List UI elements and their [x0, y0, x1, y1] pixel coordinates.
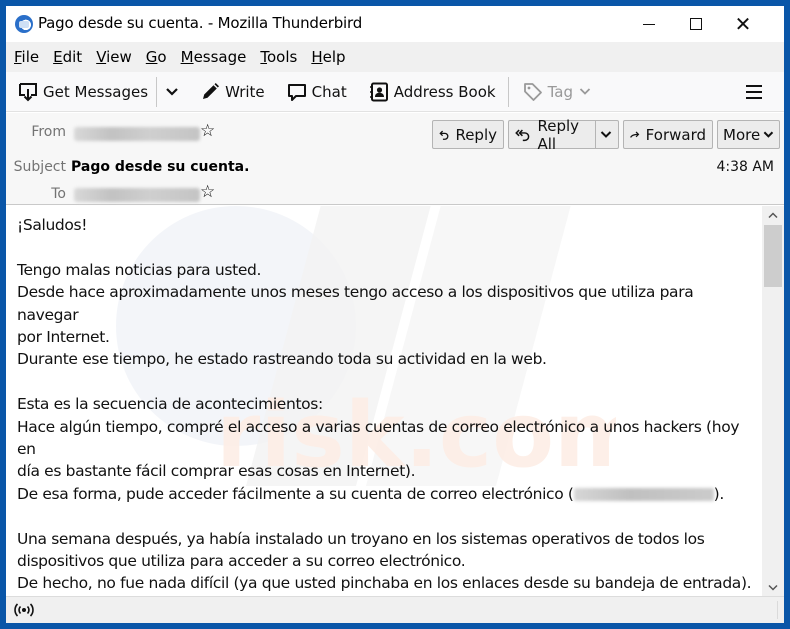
- maximize-button[interactable]: [673, 6, 719, 42]
- address-book-icon: [369, 82, 388, 101]
- window-title: Pago desde su cuenta. - Mozilla Thunderb…: [38, 14, 363, 32]
- message-text: ¡Saludos! Tengo malas noticias para uste…: [17, 214, 757, 596]
- activity-broadcast-icon[interactable]: [14, 602, 34, 618]
- body-line: Una semana después, ya había instalado u…: [17, 529, 705, 548]
- status-bar: [6, 596, 784, 623]
- chevron-down-icon: [763, 131, 774, 138]
- close-button[interactable]: ✕: [720, 6, 766, 42]
- pencil-icon: [203, 82, 220, 99]
- body-line: Tengo malas noticias para usted.: [17, 260, 262, 279]
- from-address-redacted[interactable]: [74, 127, 200, 141]
- email-address-redacted: [573, 487, 714, 501]
- menu-message[interactable]: Message: [181, 48, 247, 66]
- status-divider: [777, 601, 778, 619]
- menu-file[interactable]: File: [14, 48, 39, 66]
- menu-tools[interactable]: Tools: [260, 48, 297, 66]
- body-line: Esta es la secuencia de acontecimientos:: [17, 395, 323, 414]
- body-line: ¡Saludos!: [17, 216, 88, 234]
- chevron-down-icon: [166, 87, 178, 96]
- menu-bar: File Edit View Go Message Tools Help: [6, 42, 784, 72]
- menu-edit[interactable]: Edit: [53, 48, 82, 66]
- vertical-scrollbar[interactable]: [762, 206, 784, 596]
- message-body: risk.com ¡Saludos! Tengo malas noticias …: [6, 206, 762, 596]
- star-icon[interactable]: ☆: [200, 123, 215, 140]
- scroll-down-button[interactable]: [762, 578, 784, 596]
- forward-button[interactable]: Forward: [623, 120, 713, 149]
- chat-button[interactable]: Chat: [283, 76, 351, 108]
- body-line: Desde hace aproximadamente unos meses te…: [17, 283, 694, 324]
- main-toolbar: Get Messages Write Chat Address Book Tag: [6, 72, 784, 112]
- thunderbird-window: Pago desde su cuenta. - Mozilla Thunderb…: [6, 6, 784, 623]
- body-line: De hecho, no fue nada difícil (ya que us…: [17, 574, 752, 593]
- body-line: Hace algún tiempo, compré el acceso a va…: [17, 417, 740, 459]
- menu-go[interactable]: Go: [146, 48, 167, 66]
- app-menu-button[interactable]: [741, 76, 772, 108]
- scroll-up-button[interactable]: [762, 206, 784, 224]
- chevron-up-icon: [768, 211, 778, 218]
- star-icon[interactable]: ☆: [200, 184, 215, 201]
- get-messages-button[interactable]: Get Messages: [14, 76, 152, 108]
- address-book-button[interactable]: Address Book: [365, 76, 500, 108]
- body-line: De esa forma, pude acceder fácilmente a …: [17, 484, 724, 503]
- tag-icon: [523, 82, 542, 101]
- to-label: To: [51, 186, 66, 202]
- to-address-redacted[interactable]: [74, 188, 200, 202]
- body-line: dispositivos que utiliza para acceder a …: [17, 552, 466, 571]
- hamburger-menu-icon: [746, 84, 762, 99]
- more-button[interactable]: More: [717, 120, 780, 149]
- chat-bubble-icon: [287, 83, 306, 101]
- reply-button[interactable]: Reply: [432, 120, 504, 149]
- close-icon: ✕: [734, 12, 752, 36]
- chevron-down-icon: [768, 584, 778, 591]
- menu-help[interactable]: Help: [311, 48, 345, 66]
- toolbar-separator: [507, 76, 509, 107]
- body-line: por Internet.: [17, 328, 110, 347]
- chevron-down-icon: [579, 88, 591, 95]
- maximize-icon: [690, 18, 702, 30]
- reply-all-icon: [515, 129, 530, 141]
- reply-all-button[interactable]: Reply All: [508, 117, 619, 153]
- message-header: From ☆ Subject Pago desde su cuenta. 4:3…: [6, 113, 784, 205]
- toolbar-separator: [156, 76, 158, 107]
- minimize-button[interactable]: [626, 6, 672, 42]
- chevron-down-icon: [600, 131, 612, 138]
- minimize-icon: [643, 23, 655, 25]
- subject-value: Pago desde su cuenta.: [71, 159, 250, 175]
- forward-arrow-icon: [630, 131, 640, 138]
- menu-view[interactable]: View: [96, 48, 132, 66]
- thunderbird-logo-icon: [15, 15, 33, 33]
- scrollbar-thumb[interactable]: [764, 225, 782, 287]
- message-time: 4:38 AM: [716, 159, 774, 175]
- subject-label: Subject: [13, 159, 66, 175]
- body-line: Durante ese tiempo, he estado rastreando…: [17, 350, 547, 369]
- write-button[interactable]: Write: [196, 76, 269, 108]
- from-label: From: [31, 124, 66, 140]
- body-line: día es bastante fácil comprar esas cosas…: [17, 462, 416, 481]
- title-bar: Pago desde su cuenta. - Mozilla Thunderb…: [6, 6, 784, 42]
- reply-icon: [439, 130, 449, 140]
- reply-all-dropdown[interactable]: [595, 121, 618, 148]
- download-inbox-icon: [19, 82, 37, 101]
- get-messages-dropdown[interactable]: [161, 76, 188, 108]
- tag-button[interactable]: Tag: [519, 76, 595, 108]
